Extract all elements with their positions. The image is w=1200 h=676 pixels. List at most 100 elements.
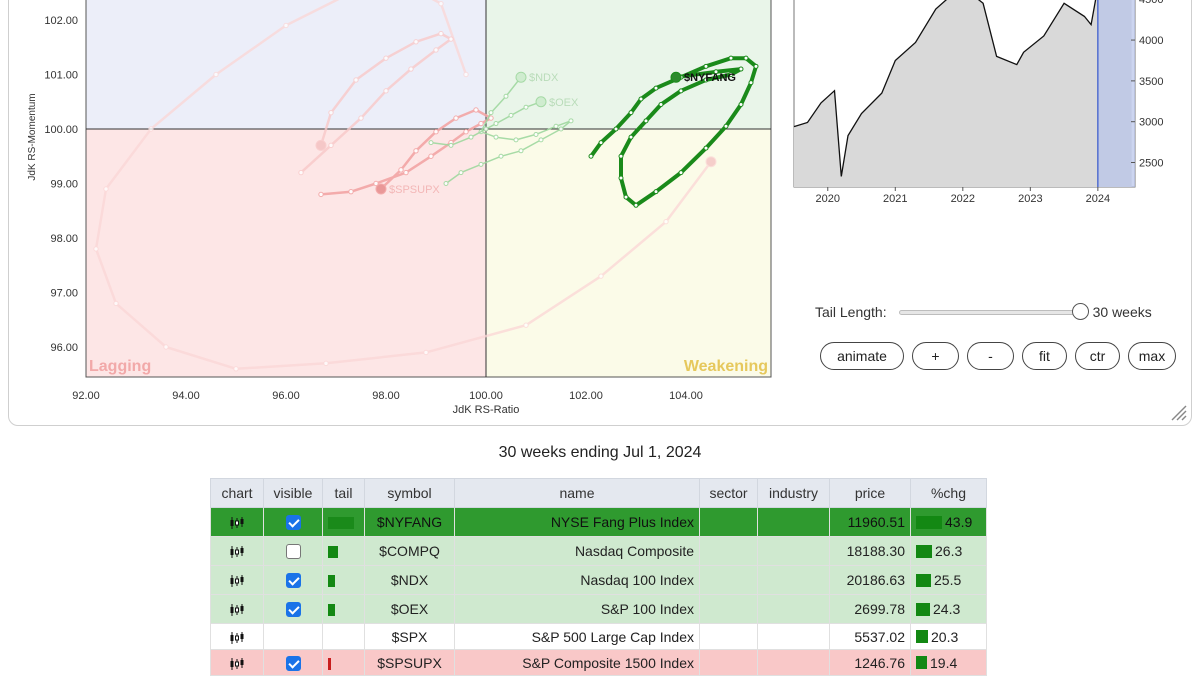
- rrg-tail-point[interactable]: [538, 137, 544, 143]
- rrg-tail-point[interactable]: [413, 148, 419, 154]
- chart-cell[interactable]: [210, 623, 264, 650]
- rrg-tail-point[interactable]: [518, 148, 524, 154]
- visible-checkbox[interactable]: [285, 544, 301, 560]
- rrg-tail-point[interactable]: [618, 153, 624, 159]
- candlestick-chart-icon[interactable]: [229, 631, 245, 645]
- table-row[interactable]: $NYFANG NYSE Fang Plus Index 11960.51 43.9: [210, 507, 987, 537]
- candlestick-chart-icon[interactable]: [229, 603, 245, 617]
- candlestick-chart-icon[interactable]: [229, 545, 245, 559]
- symbol-cell[interactable]: $NYFANG: [364, 507, 455, 537]
- rrg-tail-point[interactable]: [488, 110, 494, 116]
- rrg-tail-point[interactable]: [553, 123, 559, 129]
- symbol-cell[interactable]: $SPX: [364, 623, 455, 650]
- visible-cell[interactable]: [263, 565, 323, 595]
- rrg-tail-point[interactable]: [628, 134, 634, 140]
- slider-track[interactable]: [898, 310, 1081, 315]
- rrg-tail-point[interactable]: [618, 175, 624, 181]
- slider-handle[interactable]: [1071, 303, 1089, 320]
- rrg-tail-point[interactable]: [703, 145, 709, 151]
- center-button[interactable]: ctr: [1075, 342, 1120, 370]
- rrg-tail-point[interactable]: [533, 131, 539, 137]
- rrg-tail-point[interactable]: [523, 104, 529, 110]
- symbol-cell[interactable]: $COMPQ: [364, 536, 455, 566]
- rrg-tail-point[interactable]: [478, 161, 484, 167]
- rrg-tail-point[interactable]: [413, 39, 419, 45]
- rrg-tail-point[interactable]: [448, 142, 454, 148]
- rrg-tail-point[interactable]: [728, 55, 734, 61]
- rrg-tail-point[interactable]: [483, 126, 489, 132]
- rrg-tail-point[interactable]: [493, 121, 499, 127]
- rrg-tail-point[interactable]: [598, 273, 604, 279]
- col-sector-header[interactable]: sector: [699, 478, 758, 508]
- rrg-tail-point[interactable]: [403, 169, 409, 176]
- col-industry-header[interactable]: industry: [757, 478, 830, 508]
- rrg-head-point[interactable]: [705, 156, 717, 168]
- col-chg-header[interactable]: %chg: [910, 478, 987, 508]
- rrg-tail-point[interactable]: [498, 153, 504, 159]
- zoom-in-button[interactable]: +: [912, 342, 959, 370]
- rrg-tail-point[interactable]: [453, 115, 459, 121]
- rrg-tail-point[interactable]: [743, 55, 749, 61]
- tail-cell[interactable]: [322, 594, 365, 624]
- tail-swatch[interactable]: [328, 604, 335, 617]
- rrg-chart[interactable]: Lagging Weakening 92.00 94.00 96.00 98.00 100.…: [9, 0, 779, 427]
- symbol-cell[interactable]: $SPSUPX: [364, 649, 455, 676]
- rrg-tail-point[interactable]: [588, 153, 594, 159]
- rrg-tail-point[interactable]: [323, 360, 329, 367]
- rrg-tail-point[interactable]: [558, 126, 564, 132]
- max-button[interactable]: max: [1128, 342, 1176, 370]
- rrg-tail-point[interactable]: [438, 30, 444, 37]
- rrg-tail-point[interactable]: [628, 110, 634, 116]
- visible-checkbox[interactable]: [285, 602, 301, 618]
- tail-swatch[interactable]: [328, 517, 354, 530]
- visible-checkbox[interactable]: [285, 655, 301, 671]
- zoom-out-button[interactable]: -: [967, 342, 1014, 370]
- rrg-tail-point[interactable]: [653, 85, 659, 91]
- rrg-tail-point[interactable]: [358, 115, 364, 121]
- fit-button[interactable]: fit: [1022, 342, 1067, 370]
- visible-cell[interactable]: [263, 594, 323, 624]
- rrg-head-point[interactable]: [515, 71, 527, 83]
- rrg-tail-point[interactable]: [678, 88, 684, 94]
- visible-cell[interactable]: [263, 536, 323, 566]
- rrg-tail-point[interactable]: [723, 123, 729, 129]
- rrg-tail-point[interactable]: [448, 36, 454, 42]
- tail-swatch[interactable]: [328, 657, 331, 670]
- rrg-tail-point[interactable]: [93, 246, 99, 252]
- rrg-tail-point[interactable]: [113, 300, 119, 307]
- visible-cell[interactable]: [263, 623, 323, 650]
- rrg-tail-point[interactable]: [613, 126, 619, 132]
- symbol-cell[interactable]: $NDX: [364, 565, 455, 595]
- rrg-tail-point[interactable]: [463, 129, 469, 135]
- rrg-tail-point[interactable]: [463, 71, 469, 78]
- rrg-tail-point[interactable]: [283, 22, 289, 29]
- rrg-tail-point[interactable]: [443, 181, 449, 186]
- col-symbol-header[interactable]: symbol: [364, 478, 455, 508]
- resize-grip-icon[interactable]: [1169, 403, 1187, 421]
- visible-cell[interactable]: [263, 507, 323, 537]
- rrg-tail-point[interactable]: [523, 322, 529, 328]
- table-row[interactable]: $NDX Nasdaq 100 Index 20186.63 25.5: [210, 565, 987, 595]
- rrg-tail-point[interactable]: [493, 134, 499, 140]
- rrg-tail-point[interactable]: [353, 77, 359, 83]
- rrg-tail-point[interactable]: [148, 126, 154, 132]
- col-tail-header[interactable]: tail: [322, 478, 365, 508]
- table-row[interactable]: $SPX S&P 500 Large Cap Index 5537.02 20.3: [210, 623, 987, 650]
- rrg-head-point[interactable]: [315, 139, 327, 151]
- rrg-tail-point[interactable]: [468, 134, 474, 140]
- rrg-tail-point[interactable]: [398, 167, 404, 173]
- rrg-tail-point[interactable]: [508, 112, 514, 118]
- rrg-tail-point[interactable]: [643, 118, 649, 124]
- rrg-head-point[interactable]: [535, 96, 547, 108]
- rrg-tail-point[interactable]: [703, 63, 709, 69]
- chart-cell[interactable]: [210, 565, 264, 595]
- chart-cell[interactable]: [210, 649, 264, 676]
- rrg-tail-point[interactable]: [383, 55, 389, 61]
- tail-cell[interactable]: [322, 507, 365, 537]
- rrg-tail-point[interactable]: [738, 101, 744, 107]
- tail-cell[interactable]: [322, 649, 365, 676]
- tail-cell[interactable]: [322, 623, 365, 650]
- rrg-tail-point[interactable]: [428, 153, 434, 159]
- rrg-head-point[interactable]: [375, 183, 387, 195]
- tail-cell[interactable]: [322, 565, 365, 595]
